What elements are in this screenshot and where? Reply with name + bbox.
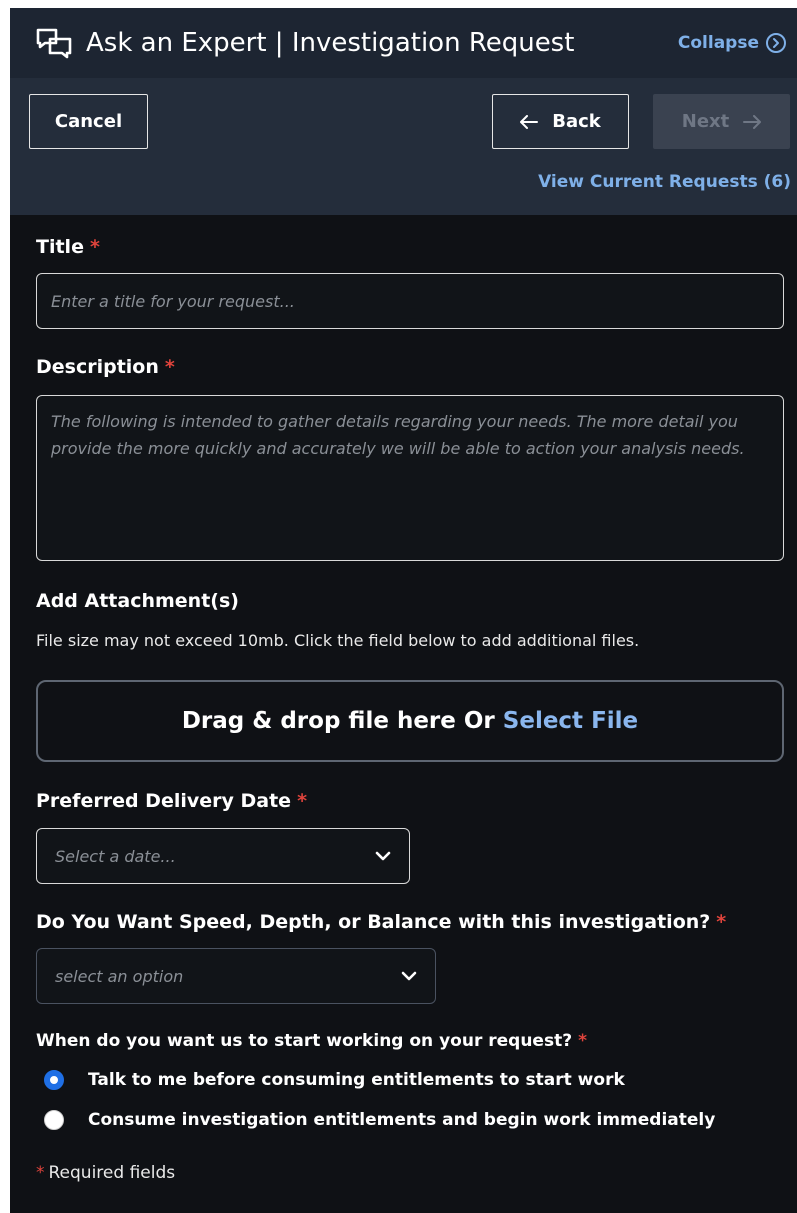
description-label-text: Description	[36, 356, 159, 378]
chevron-circle-right-icon	[766, 33, 786, 53]
attachments-label: Add Attachment(s)	[36, 590, 239, 612]
required-fields-note: * Required fields	[36, 1163, 175, 1183]
chevron-down-icon	[401, 971, 417, 981]
radio-option-talk-first[interactable]: Talk to me before consuming entitlements…	[44, 1070, 625, 1090]
cancel-label: Cancel	[54, 111, 123, 132]
radio-button-selected[interactable]	[44, 1070, 64, 1090]
select-file-link[interactable]: Select File	[503, 708, 638, 734]
title-input[interactable]	[36, 273, 784, 329]
radio-button-unselected[interactable]	[44, 1110, 64, 1130]
radio-option-label: Consume investigation entitlements and b…	[88, 1110, 716, 1130]
next-label: Next	[681, 111, 730, 132]
panel-header: Ask an Expert | Investigation Request Co…	[10, 8, 797, 78]
radio-option-begin-immediately[interactable]: Consume investigation entitlements and b…	[44, 1110, 715, 1130]
delivery-date-label-text: Preferred Delivery Date	[36, 790, 292, 812]
next-button[interactable]: Next	[653, 94, 790, 149]
required-asterisk: *	[89, 236, 100, 258]
title-field-label: Title *	[36, 236, 100, 258]
priority-select[interactable]: select an option	[36, 948, 436, 1004]
priority-label-text: Do You Want Speed, Depth, or Balance wit…	[36, 911, 711, 933]
arrow-right-icon	[743, 114, 762, 129]
back-label: Back	[552, 111, 601, 132]
description-textarea[interactable]	[36, 395, 784, 561]
chevron-down-icon	[375, 851, 391, 861]
collapse-label: Collapse	[677, 33, 759, 53]
attachments-hint: File size may not exceed 10mb. Click the…	[36, 631, 640, 650]
required-asterisk: *	[164, 356, 175, 378]
title-label-text: Title	[36, 236, 84, 258]
chat-bubbles-icon	[36, 28, 72, 59]
view-current-requests-link[interactable]: View Current Requests (6)	[538, 172, 791, 192]
action-toolbar: Cancel Back Next View Current Requests (…	[10, 78, 797, 215]
radio-option-label: Talk to me before consuming entitlements…	[88, 1070, 625, 1090]
investigation-request-panel: Ask an Expert | Investigation Request Co…	[10, 8, 797, 1213]
file-dropzone[interactable]: Drag & drop file here Or Select File	[36, 680, 784, 762]
required-asterisk: *	[578, 1031, 587, 1051]
arrow-left-icon	[520, 114, 539, 129]
required-asterisk: *	[297, 790, 307, 812]
start-work-label: When do you want us to start working on …	[36, 1031, 587, 1051]
back-button[interactable]: Back	[492, 94, 629, 149]
delivery-date-label: Preferred Delivery Date *	[36, 790, 307, 812]
delivery-date-placeholder: Select a date...	[55, 846, 176, 866]
panel-title: Ask an Expert | Investigation Request	[86, 28, 575, 58]
start-work-label-text: When do you want us to start working on …	[36, 1031, 573, 1051]
required-asterisk: *	[36, 1163, 45, 1183]
required-note-text: Required fields	[48, 1163, 176, 1183]
dropzone-text: Drag & drop file here Or	[181, 708, 495, 734]
delivery-date-select[interactable]: Select a date...	[36, 828, 410, 884]
description-field-label: Description *	[36, 356, 175, 378]
cancel-button[interactable]: Cancel	[29, 94, 148, 149]
required-asterisk: *	[716, 911, 727, 933]
priority-label: Do You Want Speed, Depth, or Balance wit…	[36, 911, 726, 933]
priority-placeholder: select an option	[55, 966, 184, 986]
collapse-button[interactable]: Collapse	[678, 32, 787, 54]
